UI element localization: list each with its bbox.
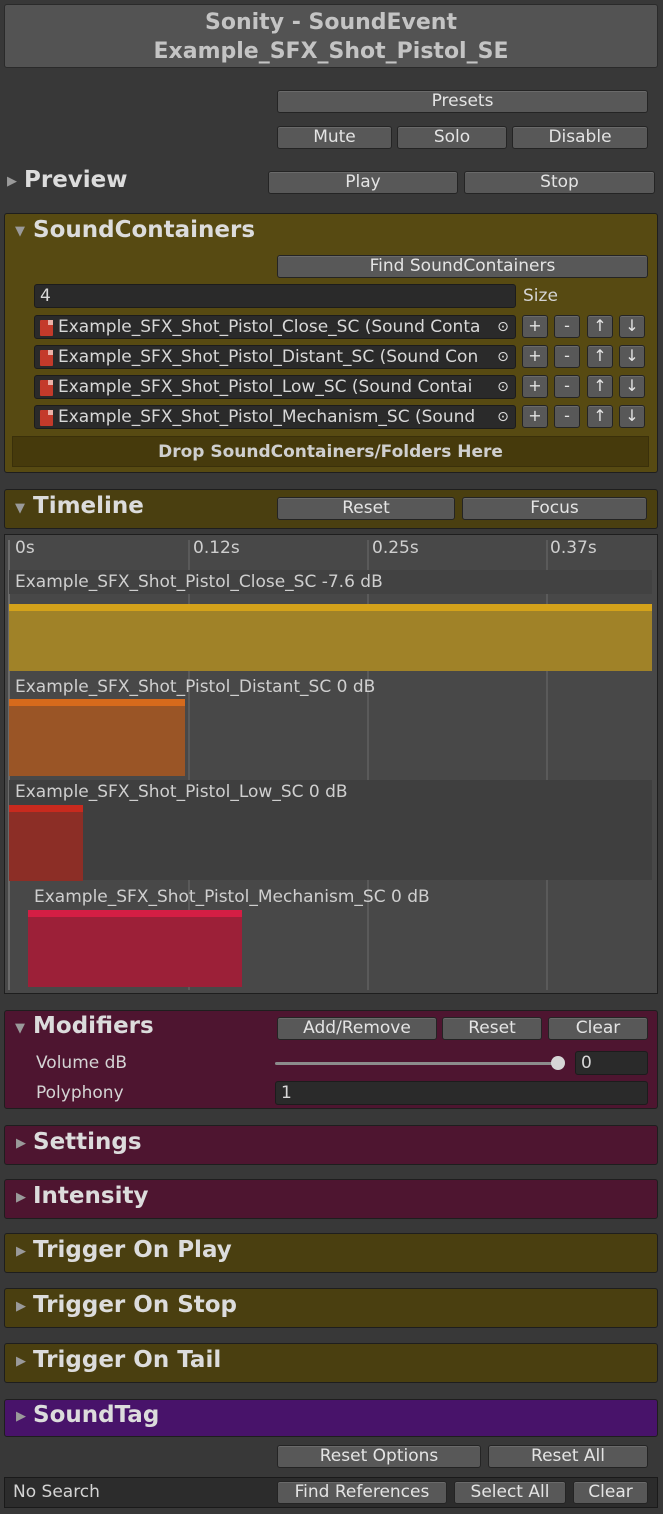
timeline-track-bar[interactable]: [9, 805, 83, 881]
trigger-on-stop-foldout-arrow-icon[interactable]: ▶: [16, 1299, 26, 1314]
move-down-button[interactable]: ↓: [619, 375, 645, 398]
drop-zone[interactable]: Drop SoundContainers/Folders Here: [12, 436, 649, 467]
timeline-tick-label: 0s: [15, 538, 35, 558]
remove-button[interactable]: -: [554, 315, 580, 338]
track-bar-top-edge: [28, 910, 242, 917]
move-up-button[interactable]: ↑: [587, 375, 613, 398]
timeline-reset-button[interactable]: Reset: [277, 497, 455, 520]
modifiers-clear-button[interactable]: Clear: [548, 1017, 648, 1040]
preview-foldout-arrow-icon[interactable]: ▶: [7, 174, 17, 189]
remove-button[interactable]: -: [554, 405, 580, 428]
move-up-button[interactable]: ↑: [587, 315, 613, 338]
reset-all-button[interactable]: Reset All: [488, 1445, 648, 1468]
remove-button[interactable]: -: [554, 375, 580, 398]
preview-title[interactable]: Preview: [24, 167, 128, 193]
presets-button[interactable]: Presets: [277, 90, 648, 113]
soundcontainer-name: Example_SFX_Shot_Pistol_Distant_SC (Soun…: [58, 347, 479, 367]
object-picker-icon[interactable]: ⊙: [493, 408, 513, 426]
soundtag-title[interactable]: SoundTag: [33, 1402, 159, 1428]
timeline-focus-button[interactable]: Focus: [462, 497, 647, 520]
stop-button[interactable]: Stop: [464, 171, 655, 194]
volume-label: Volume dB: [36, 1053, 128, 1073]
timeline-track-label: Example_SFX_Shot_Pistol_Distant_SC 0 dB: [15, 677, 376, 697]
soundcontainer-field-mechanism[interactable]: Example_SFX_Shot_Pistol_Mechanism_SC (So…: [34, 405, 516, 429]
select-all-button[interactable]: Select All: [454, 1481, 566, 1504]
soundcontainer-field-distant[interactable]: Example_SFX_Shot_Pistol_Distant_SC (Soun…: [34, 345, 516, 369]
modifiers-reset-button[interactable]: Reset: [442, 1017, 542, 1040]
intensity-foldout-arrow-icon[interactable]: ▶: [16, 1190, 26, 1205]
mute-button[interactable]: Mute: [277, 126, 392, 149]
timeline-tick-label: 0.25s: [372, 538, 419, 558]
move-up-button[interactable]: ↑: [587, 345, 613, 368]
timeline-track-label: Example_SFX_Shot_Pistol_Mechanism_SC 0 d…: [34, 887, 430, 907]
trigger-on-play-title[interactable]: Trigger On Play: [33, 1237, 232, 1263]
add-button[interactable]: +: [522, 315, 548, 338]
soundcontainer-file-icon: [40, 380, 53, 396]
soundcontainer-field-close[interactable]: Example_SFX_Shot_Pistol_Close_SC (Sound …: [34, 315, 516, 339]
title-line-2: Example_SFX_Shot_Pistol_SE: [153, 39, 509, 64]
add-remove-button[interactable]: Add/Remove: [277, 1017, 437, 1040]
soundcontainer-file-icon: [40, 410, 53, 426]
modifiers-foldout-arrow-icon[interactable]: ▼: [15, 1021, 25, 1036]
timeline-title[interactable]: Timeline: [33, 493, 144, 519]
object-picker-icon[interactable]: ⊙: [493, 378, 513, 396]
move-down-button[interactable]: ↓: [619, 345, 645, 368]
trigger-on-tail-title[interactable]: Trigger On Tail: [33, 1347, 221, 1373]
find-soundcontainers-button[interactable]: Find SoundContainers: [277, 255, 648, 278]
soundcontainer-name: Example_SFX_Shot_Pistol_Close_SC (Sound …: [58, 317, 481, 337]
disable-button[interactable]: Disable: [512, 126, 648, 149]
settings-foldout-arrow-icon[interactable]: ▶: [16, 1136, 26, 1151]
timeline-tick-label: 0.37s: [550, 538, 597, 558]
window-title: Sonity - SoundEvent Example_SFX_Shot_Pis…: [4, 4, 658, 68]
timeline-track-label: Example_SFX_Shot_Pistol_Close_SC -7.6 dB: [15, 572, 383, 592]
size-label: Size: [523, 286, 558, 306]
polyphony-label: Polyphony: [36, 1083, 124, 1103]
soundcontainer-file-icon: [40, 350, 53, 366]
footer-clear-button[interactable]: Clear: [573, 1481, 648, 1504]
soundcontainers-title[interactable]: SoundContainers: [33, 217, 255, 243]
move-up-button[interactable]: ↑: [587, 405, 613, 428]
play-button[interactable]: Play: [268, 171, 458, 194]
title-line-1: Sonity - SoundEvent: [205, 10, 457, 35]
size-field[interactable]: 4: [34, 284, 516, 308]
soundcontainer-file-icon: [40, 320, 53, 336]
polyphony-field[interactable]: 1: [275, 1081, 648, 1105]
trigger-on-play-foldout-arrow-icon[interactable]: ▶: [16, 1244, 26, 1259]
soundtag-foldout-arrow-icon[interactable]: ▶: [16, 1409, 26, 1424]
volume-slider-handle[interactable]: [551, 1056, 565, 1070]
soundcontainer-field-low[interactable]: Example_SFX_Shot_Pistol_Low_SC (Sound Co…: [34, 375, 516, 399]
soundcontainer-name: Example_SFX_Shot_Pistol_Mechanism_SC (So…: [58, 407, 476, 427]
search-status: No Search: [13, 1482, 100, 1502]
settings-title[interactable]: Settings: [33, 1129, 142, 1155]
trigger-on-stop-title[interactable]: Trigger On Stop: [33, 1292, 237, 1318]
object-picker-icon[interactable]: ⊙: [493, 318, 513, 336]
track-bar-top-edge: [9, 805, 83, 812]
timeline-track-bar[interactable]: [9, 699, 185, 776]
volume-slider-track[interactable]: [275, 1062, 561, 1065]
add-button[interactable]: +: [522, 375, 548, 398]
remove-button[interactable]: -: [554, 345, 580, 368]
reset-options-button[interactable]: Reset Options: [277, 1445, 481, 1468]
find-references-button[interactable]: Find References: [277, 1481, 447, 1504]
timeline-track-bar[interactable]: [9, 604, 652, 671]
intensity-title[interactable]: Intensity: [33, 1183, 148, 1209]
track-bar-top-edge: [9, 604, 652, 611]
volume-field[interactable]: 0: [575, 1051, 648, 1075]
move-down-button[interactable]: ↓: [619, 315, 645, 338]
trigger-on-tail-foldout-arrow-icon[interactable]: ▶: [16, 1354, 26, 1369]
timeline-track-label: Example_SFX_Shot_Pistol_Low_SC 0 dB: [15, 782, 348, 802]
timeline-track-bar[interactable]: [28, 910, 242, 987]
solo-button[interactable]: Solo: [397, 126, 507, 149]
modifiers-title[interactable]: Modifiers: [33, 1013, 154, 1039]
move-down-button[interactable]: ↓: [619, 405, 645, 428]
soundcontainer-name: Example_SFX_Shot_Pistol_Low_SC (Sound Co…: [58, 377, 473, 397]
add-button[interactable]: +: [522, 405, 548, 428]
timeline-foldout-arrow-icon[interactable]: ▼: [15, 501, 25, 516]
soundcontainers-foldout-arrow-icon[interactable]: ▼: [15, 224, 25, 239]
soundcontainers-panel: [4, 213, 658, 473]
track-bar-top-edge: [9, 699, 185, 706]
add-button[interactable]: +: [522, 345, 548, 368]
object-picker-icon[interactable]: ⊙: [493, 348, 513, 366]
timeline-tick-label: 0.12s: [193, 538, 240, 558]
